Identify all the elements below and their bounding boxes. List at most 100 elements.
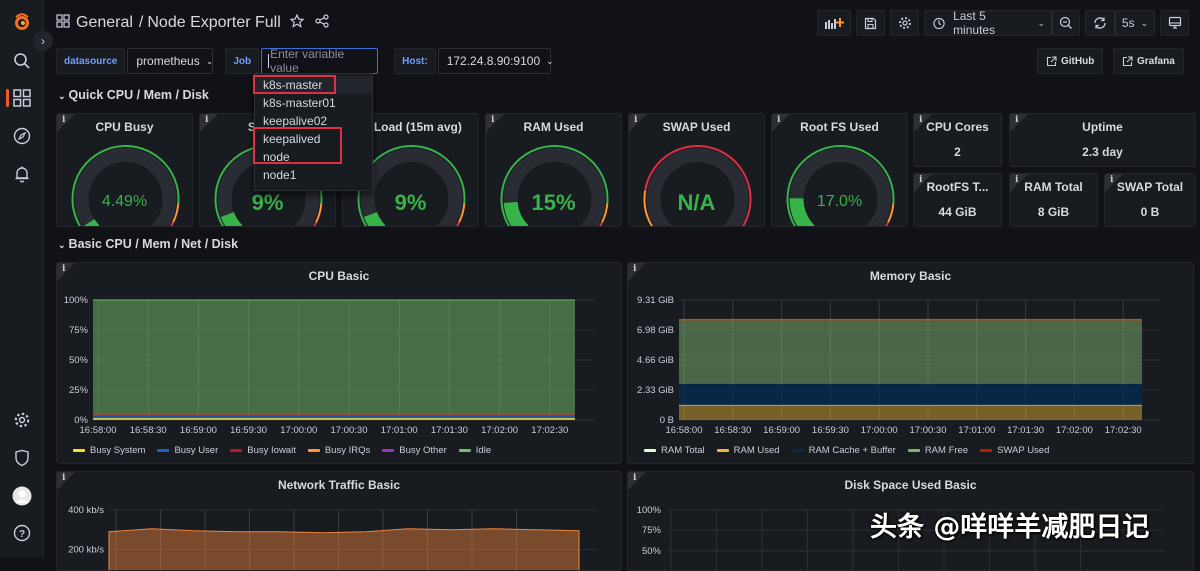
y-tick-label: 100% — [64, 295, 89, 306]
stat-value: 0 B — [1105, 205, 1195, 219]
x-tick-label: 16:58:30 — [714, 425, 751, 436]
area-ram-free — [679, 320, 1142, 384]
zoom-out-time-button[interactable] — [1052, 10, 1080, 36]
stat-title: Uptime — [1010, 120, 1195, 134]
host-variable-select[interactable]: 172.24.8.90:9100 ⌄ — [438, 48, 551, 74]
explore-compass-icon[interactable] — [10, 124, 34, 148]
sidebar: ? — [0, 0, 44, 557]
y-tick-label: 100% — [637, 505, 662, 516]
x-tick-label: 17:00:30 — [331, 425, 368, 436]
panel-memory-basic: i Memory Basic 0 B2.33 GiB4.66 GiB6.98 G… — [627, 262, 1194, 464]
gauge-panel: i RAM Used15% — [485, 113, 622, 227]
legend-item[interactable]: RAM Cache + Buffer — [792, 445, 896, 456]
chevron-down-icon: ⌄ — [58, 240, 66, 250]
y-tick-label: 400 kb/s — [68, 505, 104, 516]
gauge-panel: i CPU Busy4.49% — [56, 113, 193, 227]
x-tick-label: 16:58:00 — [80, 425, 117, 436]
gauge-value: 17.0% — [772, 193, 907, 211]
watermark-text: 头条 @咩咩羊减肥日记 — [870, 505, 1149, 544]
github-link-button[interactable]: GitHub — [1037, 48, 1103, 74]
save-dashboard-button[interactable] — [856, 10, 885, 36]
row-basic-cpu-mem-net-disk[interactable]: ⌄Basic CPU / Mem / Net / Disk — [58, 237, 238, 251]
legend-item[interactable]: Busy User — [157, 445, 218, 456]
external-link-icon — [1122, 56, 1133, 67]
breadcrumb-folder[interactable]: General — [76, 14, 133, 32]
variables-bar: datasource prometheus ⌄ Job Enter variab… — [56, 48, 551, 74]
legend-label: RAM Used — [734, 445, 780, 456]
x-tick-label: 16:59:30 — [812, 425, 849, 436]
refresh-interval-picker[interactable]: 5s ⌄ — [1115, 10, 1155, 36]
add-panel-button[interactable] — [817, 10, 851, 36]
refresh-button[interactable] — [1085, 10, 1115, 36]
legend-label: RAM Cache + Buffer — [809, 445, 896, 456]
grafana-link-button[interactable]: Grafana — [1113, 48, 1184, 74]
legend-item[interactable]: Busy Other — [382, 445, 447, 456]
area-ram-cache-buffer — [679, 384, 1142, 405]
dashboards-icon[interactable] — [10, 86, 34, 110]
x-tick-label: 17:00:00 — [861, 425, 898, 436]
panel-cpu-basic: i CPU Basic 0%25%50%75%100%16:58:0016:58… — [56, 262, 622, 464]
y-tick-label: 25% — [69, 385, 89, 396]
user-avatar-icon[interactable] — [10, 484, 34, 508]
row-title-text: Quick CPU / Mem / Disk — [69, 88, 209, 102]
star-icon[interactable] — [290, 14, 304, 33]
tv-mode-button[interactable] — [1160, 10, 1189, 36]
legend-item[interactable]: RAM Free — [908, 445, 968, 456]
legend-label: Busy Other — [399, 445, 447, 456]
memory-basic-chart: 0 B2.33 GiB4.66 GiB6.98 GiB9.31 GiB16:58… — [628, 263, 1194, 464]
stat-panel-rootfs-total: i RootFS T... 44 GiB — [913, 173, 1002, 227]
alerting-bell-icon[interactable] — [10, 162, 34, 186]
breadcrumb: General / Node Exporter Full — [56, 10, 329, 36]
legend-label: Busy User — [174, 445, 218, 456]
stat-panel-uptime: i Uptime 2.3 day — [1009, 113, 1196, 167]
legend-swatch — [717, 449, 729, 452]
search-icon[interactable] — [10, 49, 34, 73]
datasource-value: prometheus — [136, 54, 199, 68]
grafana-logo-icon[interactable] — [10, 10, 34, 34]
save-icon — [864, 17, 877, 30]
legend-swatch — [230, 449, 242, 452]
page-title[interactable]: Node Exporter Full — [147, 14, 280, 32]
legend-item[interactable]: Idle — [459, 445, 491, 456]
x-tick-label: 16:59:00 — [180, 425, 217, 436]
gauge-value: N/A — [629, 190, 764, 216]
expand-sidebar-chevron-icon[interactable]: › — [33, 31, 53, 51]
annotation-highlight-box — [253, 127, 342, 164]
legend-label: Busy IRQs — [325, 445, 370, 456]
legend-item[interactable]: Busy IRQs — [308, 445, 370, 456]
datasource-variable-select[interactable]: prometheus ⌄ — [127, 48, 213, 74]
dashboard-settings-button[interactable] — [890, 10, 919, 36]
server-admin-shield-icon[interactable] — [10, 446, 34, 470]
help-icon[interactable]: ? — [10, 521, 34, 545]
legend-label: Idle — [476, 445, 491, 456]
stat-value: 8 GiB — [1010, 205, 1097, 219]
gauge-value-arc — [227, 215, 237, 227]
time-range-picker[interactable]: Last 5 minutes ⌄ — [924, 10, 1052, 36]
y-tick-label: 2.33 GiB — [637, 385, 674, 396]
annotation-highlight-box — [253, 75, 336, 94]
row-quick-cpu-mem-disk[interactable]: ⌄Quick CPU / Mem / Disk — [58, 88, 209, 102]
area-ram-used — [679, 405, 1142, 420]
legend-item[interactable]: RAM Used — [717, 445, 780, 456]
job-option[interactable]: node1 — [255, 166, 372, 184]
stat-value: 2.3 day — [1010, 145, 1195, 159]
configuration-gear-icon[interactable] — [10, 408, 34, 432]
x-tick-label: 17:01:00 — [381, 425, 418, 436]
legend-swatch — [908, 449, 920, 452]
refresh-icon — [1093, 16, 1107, 30]
legend-item[interactable]: SWAP Used — [980, 445, 1049, 456]
chevron-down-icon: ⌄ — [206, 56, 214, 67]
x-tick-label: 17:01:30 — [431, 425, 468, 436]
job-variable-input[interactable]: Enter variable value — [261, 48, 378, 74]
breadcrumb-separator: / — [139, 14, 143, 32]
share-icon[interactable] — [315, 14, 329, 33]
job-option[interactable]: k8s-master01 — [255, 94, 372, 112]
gauge-value: 9% — [200, 190, 335, 216]
gauge-panel: i SWAP UsedN/A — [628, 113, 765, 227]
stat-title: RAM Total — [1010, 180, 1097, 194]
legend-item[interactable]: Busy System — [73, 445, 145, 456]
legend-item[interactable]: Busy Iowait — [230, 445, 296, 456]
legend-item[interactable]: RAM Total — [644, 445, 705, 456]
dashboard-grid-icon — [56, 14, 70, 33]
area-network-traffic — [109, 529, 579, 571]
